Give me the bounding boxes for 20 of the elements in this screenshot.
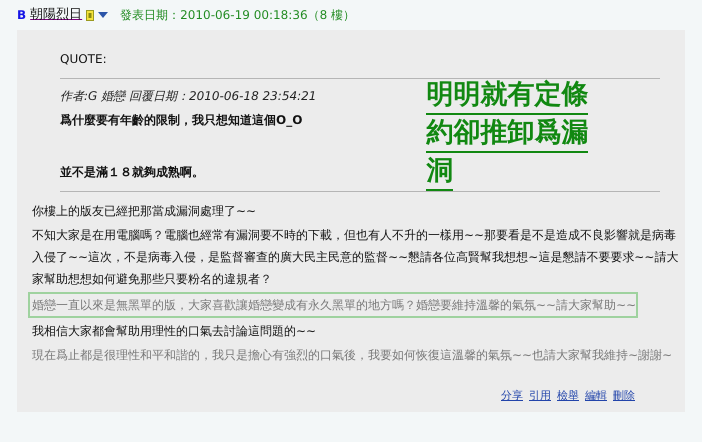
post-paragraph: 現在爲止都是很理性和平和諧的，我只是擔心有強烈的口氣後，我要如何恢復這溫馨的氣氛~~也請大家幫我維持~謝謝~ <box>32 347 674 364</box>
quote-byline: 作者:G 婚戀 回覆日期：2010-06-18 23:54:21 <box>60 88 318 105</box>
quote-label: QUOTE: <box>60 51 108 68</box>
author-link[interactable]: 朝陽烈日 <box>30 5 82 25</box>
action-link[interactable]: 編輯 <box>585 388 607 404</box>
badge-icon <box>86 10 94 20</box>
action-link[interactable]: 檢舉 <box>557 388 579 404</box>
action-link[interactable]: 分享 <box>501 388 523 404</box>
post-paragraph: 我相信大家都會幫助用理性的口氣去討論這問題的~~ <box>32 323 318 340</box>
post-paragraph: 你樓上的版友已經把那當成漏洞處理了~~ <box>32 203 258 220</box>
callout-text: 明明就有定條 約卻推卸爲漏 洞 <box>426 77 660 191</box>
quote-question: 爲什麼要有年齡的限制，我只想知道這個O_O <box>60 112 304 129</box>
post-paragraph: 不知大家是在用電腦嗎？電腦也經常有漏洞要不時的下載，但也有人不升的一樣用~~那要看是不是造成不良影響就是病毒入侵了~~這次，不是病毒入侵，是監督審查的廣大民主民意的監督~~懇請各位高賢幫我想想~這是懇請不要要求~~請大家幫助想想如何避免那些只要粉名的違規者？ <box>32 227 680 288</box>
action-link[interactable]: 刪除 <box>613 388 635 404</box>
action-link[interactable]: 引用 <box>529 388 551 404</box>
dropdown-caret-icon[interactable] <box>98 12 108 18</box>
post-date: 發表日期：2010-06-19 00:18:36（8 樓） <box>120 7 356 24</box>
post-paragraph: 婚戀一直以來是無黑單的版，大家喜歡讓婚戀變成有永久黑單的地方嗎？婚戀要維持溫馨的氣氛~~請大家幫助~~ <box>28 292 638 318</box>
prefix-label: B <box>17 7 26 24</box>
quote-remark: 並不是滿１８就夠成熟啊。 <box>60 164 205 181</box>
